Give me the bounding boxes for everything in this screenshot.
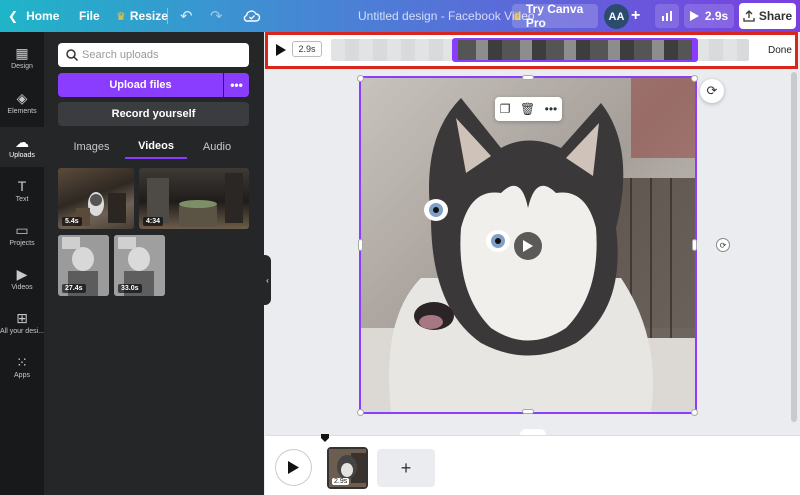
upload-files-button[interactable]: Upload files [58,73,223,97]
left-rail: ▦ Design ◈ Elements ☁ Uploads T Text ▭ P… [0,32,44,495]
video-duration: 4:34 [143,217,164,226]
play-icon [288,461,299,474]
search-input[interactable] [58,43,249,67]
play-icon [523,240,533,252]
undo-icon[interactable]: ↶ [180,0,193,32]
video-thumbnail[interactable]: 5.4s [58,168,134,229]
uploads-panel: Upload files ••• Record yourself Images … [44,32,264,495]
video-thumbnail[interactable]: 27.4s [58,235,109,296]
insights-chart-icon[interactable] [655,4,679,28]
rotate-icon[interactable]: ⟳ [716,238,730,252]
video-duration: 27.4s [62,284,86,293]
redo-icon[interactable]: ↷ [210,0,223,32]
trim-done-button[interactable]: Done [768,41,792,59]
pro-label: Try Canva Pro [525,2,584,30]
rail-item-label: Videos [11,284,33,291]
rail-item-projects[interactable]: ▭ Projects [0,215,44,255]
video-play-button[interactable] [514,232,542,260]
resize-label: Resize [129,9,168,23]
rail-item-elements[interactable]: ◈ Elements [0,83,44,123]
resize-handle-right[interactable] [692,239,697,251]
top-bar: ❮ Home File ♛ Resize ↶ ↷ Untitled design… [0,0,800,32]
cloud-saved-icon[interactable] [243,0,261,32]
rail-item-label: Design [11,63,33,70]
trim-selection-handle[interactable] [452,38,698,62]
share-button[interactable]: Share [739,3,796,29]
resize-button[interactable]: ♛ Resize [116,0,168,32]
text-icon: T [17,178,27,194]
canvas-scrollbar-thumb[interactable] [791,72,797,422]
upload-more-options-button[interactable]: ••• [224,73,249,97]
video-trim-bar: 2.9s Done [265,32,798,69]
video-thumbnail[interactable]: 4:34 [139,168,249,229]
clip-duration: 2.9s [332,478,350,485]
folder-icon: ▭ [15,222,29,238]
play-duration: 2.9s [704,9,729,23]
rail-item-label: Apps [14,372,30,379]
design-title[interactable]: Untitled design - Facebook Video [358,0,535,32]
rail-item-label: Projects [9,240,35,247]
playhead-marker-icon[interactable] [321,434,329,442]
resize-handle-top[interactable] [522,75,534,80]
rail-item-text[interactable]: T Text [0,171,44,211]
trash-icon[interactable]: 🗑 [520,102,535,116]
present-play-button[interactable]: 2.9s [684,4,734,28]
rail-item-design[interactable]: ▦ Design [0,38,44,78]
search-icon [66,49,79,62]
home-label: Home [26,9,60,23]
grid-icon: ⊞ [16,310,28,326]
rail-item-label: Text [15,196,29,203]
video-duration: 5.4s [62,217,82,226]
add-page-button[interactable]: + [377,449,435,487]
refresh-icon[interactable]: ⟳ [700,79,724,103]
avatar[interactable]: AA [604,4,629,29]
file-menu-button[interactable]: File [79,0,100,32]
timeline-play-button[interactable] [276,450,311,485]
rail-item-apps[interactable]: ⁙ Apps [0,347,44,387]
timeline-clip[interactable]: 2.9s [327,447,368,489]
apps-icon: ⁙ [16,354,28,370]
layout-icon: ▦ [15,45,29,61]
share-upload-icon [743,10,755,22]
resize-handle-top-left[interactable] [357,75,364,82]
trim-duration: 2.9s [292,41,322,57]
add-collaborator-icon[interactable]: + [631,0,640,32]
try-canva-pro-button[interactable]: ♛ Try Canva Pro [512,2,598,30]
play-icon [689,11,699,21]
crown-icon: ♛ [116,10,126,23]
duplicate-icon[interactable]: ❐ [500,102,511,116]
chevron-left-icon: ‹ [266,275,269,285]
more-options-icon[interactable]: ••• [545,102,558,116]
resize-handle-top-right[interactable] [691,75,698,82]
rail-item-uploads[interactable]: ☁ Uploads [0,127,44,167]
resize-handle-bottom[interactable] [522,409,534,414]
rail-item-all-designs[interactable]: ⊞ All your desi... [0,303,44,343]
cloud-upload-icon: ☁ [15,134,29,150]
rail-item-label: All your desi... [0,328,44,335]
rail-item-videos[interactable]: ▶ Videos [0,259,44,299]
chevron-left-icon: ❮ [8,9,19,23]
tab-images[interactable]: Images [64,135,119,159]
trim-play-icon[interactable] [274,42,288,58]
rail-item-label: Uploads [9,152,35,159]
resize-handle-left[interactable] [358,239,363,251]
crown-icon: ♛ [512,10,522,23]
video-thumbnail[interactable]: 33.0s [114,235,165,296]
tab-videos[interactable]: Videos [125,135,187,159]
resize-handle-bottom-left[interactable] [357,409,364,416]
tab-audio[interactable]: Audio [192,135,242,159]
shapes-icon: ◈ [16,90,28,106]
resize-handle-bottom-right[interactable] [691,409,698,416]
home-button[interactable]: ❮ Home [8,0,59,32]
video-icon: ▶ [16,266,28,282]
share-label: Share [758,9,793,23]
rail-item-label: Elements [7,108,37,115]
video-duration: 33.0s [118,284,142,293]
toolbar-divider [167,8,168,24]
element-context-toolbar: ❐ 🗑 ••• [495,97,562,121]
panel-collapse-handle[interactable]: ‹ [264,255,271,305]
record-yourself-button[interactable]: Record yourself [58,102,249,126]
